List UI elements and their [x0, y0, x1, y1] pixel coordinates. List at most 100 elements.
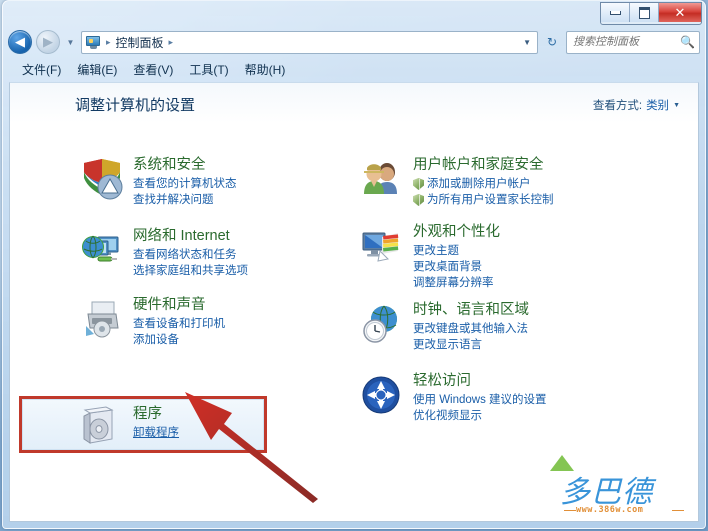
- category-clock-language-and-region[interactable]: 时钟、语言和区域 更改键盘或其他输入法 更改显示语言: [358, 301, 610, 353]
- link-label: 卸载程序: [133, 427, 179, 439]
- shield-icon: [413, 178, 424, 190]
- recent-pages-button[interactable]: ▼: [64, 38, 77, 47]
- menu-item-tools[interactable]: 工具(T): [189, 61, 228, 78]
- category-hardware-and-sound[interactable]: 硬件和声音 查看设备和打印机 添加设备: [78, 296, 330, 348]
- search-box[interactable]: 🔍: [566, 30, 700, 54]
- link-label: 更改桌面背景: [413, 261, 482, 273]
- category-link[interactable]: 更改主题: [413, 243, 500, 259]
- category-link[interactable]: 选择家庭组和共享选项: [133, 263, 248, 279]
- category-title[interactable]: 时钟、语言和区域: [413, 302, 529, 319]
- chevron-down-icon[interactable]: ▼: [673, 102, 680, 109]
- page-title: 调整计算机的设置: [75, 97, 196, 114]
- menu-bar: 文件(F) 编辑(E) 查看(V) 工具(T) 帮助(H): [8, 58, 700, 80]
- maximize-icon: [638, 6, 650, 19]
- back-arrow-icon: ◀: [15, 34, 25, 49]
- view-by-value[interactable]: 类别: [646, 97, 669, 113]
- users-icon: [358, 156, 404, 202]
- watermark-url: www.386w.com: [576, 505, 644, 515]
- programs-cd-box-icon: [78, 405, 124, 451]
- breadcrumb-separator-1: ▸: [106, 36, 111, 47]
- search-icon: 🔍: [680, 35, 695, 49]
- link-label: 优化视频显示: [413, 410, 482, 422]
- category-programs[interactable]: 程序 卸载程序: [78, 405, 330, 451]
- category-link[interactable]: 查看设备和打印机: [133, 316, 225, 332]
- category-link[interactable]: 更改显示语言: [413, 337, 529, 353]
- category-link[interactable]: 更改桌面背景: [413, 259, 500, 275]
- back-button[interactable]: ◀: [8, 30, 32, 54]
- category-text: 硬件和声音 查看设备和打印机 添加设备: [133, 296, 225, 348]
- category-text: 时钟、语言和区域 更改键盘或其他输入法 更改显示语言: [413, 301, 529, 353]
- category-link-uninstall-program[interactable]: 卸载程序: [133, 425, 179, 441]
- ease-of-access-icon: [358, 372, 404, 418]
- control-panel-window: ✕ ◀ ▶ ▼ ▸ 控制面板 ▸ ▼ ↻ 🔍 文件(F) 编辑(E) 查看(V)…: [0, 0, 708, 531]
- link-label: 选择家庭组和共享选项: [133, 265, 248, 277]
- forward-arrow-icon: ▶: [43, 34, 53, 49]
- category-title[interactable]: 轻松访问: [413, 373, 547, 390]
- menu-item-help[interactable]: 帮助(H): [245, 61, 286, 78]
- link-label: 更改显示语言: [413, 339, 482, 351]
- category-title[interactable]: 程序: [133, 406, 179, 423]
- search-input[interactable]: [571, 35, 681, 49]
- category-user-accounts-and-family-safety[interactable]: 用户帐户和家庭安全 添加或删除用户帐户 为所有用户设置家长控制: [358, 156, 610, 208]
- category-link[interactable]: 优化视频显示: [413, 408, 547, 424]
- category-link[interactable]: 调整屏幕分辨率: [413, 275, 500, 291]
- category-link[interactable]: 添加或删除用户帐户: [413, 176, 554, 192]
- address-bar-row: ◀ ▶ ▼ ▸ 控制面板 ▸ ▼ ↻ 🔍: [8, 29, 700, 55]
- category-text: 轻松访问 使用 Windows 建议的设置 优化视频显示: [413, 372, 547, 424]
- title-bar: ✕: [0, 0, 708, 28]
- view-by-selector[interactable]: 查看方式: 类别 ▼: [593, 97, 680, 113]
- category-title[interactable]: 用户帐户和家庭安全: [413, 157, 554, 174]
- link-label: 添加或删除用户帐户: [427, 178, 531, 190]
- refresh-icon: ↻: [546, 35, 558, 49]
- category-text: 系统和安全 查看您的计算机状态 查找并解决问题: [133, 156, 237, 208]
- shield-security-icon: [78, 156, 124, 202]
- link-label: 使用 Windows 建议的设置: [413, 394, 547, 406]
- menu-item-edit[interactable]: 编辑(E): [77, 61, 117, 78]
- link-label: 查看网络状态和任务: [133, 249, 237, 261]
- control-panel-icon: [86, 35, 101, 49]
- category-appearance-and-personalization[interactable]: 外观和个性化 更改主题 更改桌面背景 调整屏幕分辨率: [358, 223, 610, 291]
- watermark-rule-right: [672, 510, 684, 511]
- category-link[interactable]: 使用 Windows 建议的设置: [413, 392, 547, 408]
- link-label: 调整屏幕分辨率: [413, 277, 494, 289]
- category-title[interactable]: 外观和个性化: [413, 224, 500, 241]
- category-network-and-internet[interactable]: 网络和 Internet 查看网络状态和任务 选择家庭组和共享选项: [78, 227, 330, 279]
- category-link[interactable]: 添加设备: [133, 332, 225, 348]
- clock-globe-icon: [358, 301, 404, 347]
- window-controls: ✕: [600, 2, 702, 25]
- category-link[interactable]: 更改键盘或其他输入法: [413, 321, 529, 337]
- category-link[interactable]: 查看网络状态和任务: [133, 247, 248, 263]
- category-link[interactable]: 为所有用户设置家长控制: [413, 192, 554, 208]
- content-pane: 调整计算机的设置 查看方式: 类别 ▼ 系统和安全 查看您的计算机状态 查找并解…: [9, 82, 699, 522]
- view-by-label: 查看方式:: [592, 100, 643, 112]
- page-header: 调整计算机的设置 查看方式: 类别 ▼: [10, 83, 698, 123]
- category-system-and-security[interactable]: 系统和安全 查看您的计算机状态 查找并解决问题: [78, 156, 330, 208]
- category-ease-of-access[interactable]: 轻松访问 使用 Windows 建议的设置 优化视频显示: [358, 372, 610, 424]
- network-globe-icon: [78, 227, 124, 273]
- address-input[interactable]: ▸ 控制面板 ▸ ▼: [81, 30, 538, 54]
- shield-icon: [413, 194, 424, 206]
- link-label: 更改键盘或其他输入法: [413, 323, 528, 335]
- minimize-icon: [609, 10, 621, 15]
- category-title[interactable]: 系统和安全: [133, 157, 237, 174]
- maximize-button[interactable]: [630, 3, 659, 22]
- category-text: 用户帐户和家庭安全 添加或删除用户帐户 为所有用户设置家长控制: [413, 156, 554, 208]
- category-link[interactable]: 查看您的计算机状态: [133, 176, 237, 192]
- category-link[interactable]: 查找并解决问题: [133, 192, 237, 208]
- link-label: 添加设备: [133, 334, 179, 346]
- breadcrumb-control-panel[interactable]: 控制面板: [114, 34, 166, 51]
- refresh-button[interactable]: ↻: [542, 32, 562, 53]
- category-title[interactable]: 网络和 Internet: [133, 228, 248, 245]
- breadcrumb-separator-2[interactable]: ▸: [166, 37, 177, 48]
- display-palette-icon: [358, 223, 404, 269]
- minimize-button[interactable]: [601, 3, 630, 22]
- chevron-down-icon: ▼: [66, 37, 75, 47]
- menu-item-view[interactable]: 查看(V): [133, 61, 173, 78]
- close-button[interactable]: ✕: [659, 3, 701, 22]
- category-title[interactable]: 硬件和声音: [133, 297, 225, 314]
- link-label: 查看设备和打印机: [133, 318, 225, 330]
- address-dropdown-icon[interactable]: ▼: [523, 38, 534, 47]
- link-label: 为所有用户设置家长控制: [427, 194, 554, 206]
- forward-button[interactable]: ▶: [36, 30, 60, 54]
- menu-item-file[interactable]: 文件(F): [22, 61, 61, 78]
